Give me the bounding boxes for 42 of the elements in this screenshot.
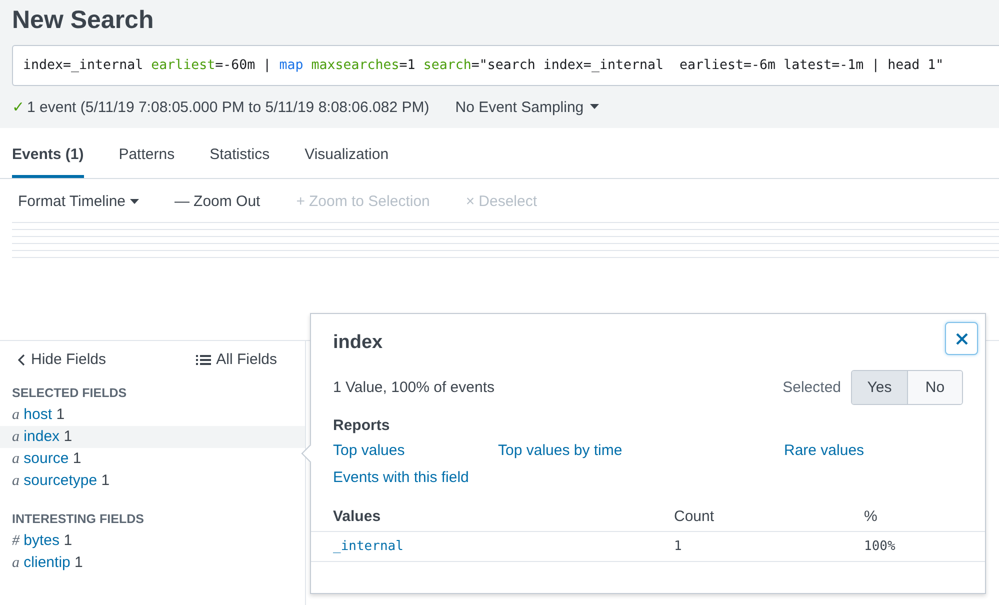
close-icon bbox=[954, 332, 968, 346]
timeline-action[interactable]: Format Timeline bbox=[18, 193, 139, 210]
group-heading: INTERESTING FIELDS bbox=[11, 512, 145, 528]
field-item[interactable]: a source 1 bbox=[0, 448, 305, 470]
chevron-left-icon bbox=[18, 354, 26, 366]
tab[interactable]: Events (1) bbox=[12, 134, 84, 178]
report-link[interactable]: Events with this field bbox=[333, 469, 498, 486]
close-button[interactable] bbox=[945, 322, 978, 355]
report-link[interactable]: Top values by time bbox=[498, 442, 784, 459]
column-header: % bbox=[864, 508, 878, 525]
field-item[interactable]: a sourcetype 1 bbox=[0, 470, 305, 492]
group-heading: SELECTED FIELDS bbox=[11, 386, 128, 402]
table-cell-text: 100% bbox=[864, 539, 896, 554]
value-link[interactable]: _internal bbox=[333, 539, 674, 554]
caret-icon bbox=[590, 104, 599, 110]
page-title: New Search bbox=[12, 5, 155, 36]
field-item[interactable]: a index 1 bbox=[0, 426, 305, 448]
table-cell-text: 1 bbox=[674, 539, 683, 554]
tab[interactable]: Patterns bbox=[118, 134, 175, 178]
check-icon: ✓ bbox=[12, 98, 25, 116]
timeline-action[interactable]: — Zoom Out bbox=[174, 193, 260, 210]
list-icon bbox=[196, 354, 212, 366]
column-header: Values bbox=[333, 508, 382, 525]
field-item[interactable]: a clientip 1 bbox=[0, 552, 305, 574]
value-summary: 1 Value, 100% of events bbox=[333, 379, 494, 396]
tab[interactable]: Visualization bbox=[304, 134, 389, 178]
field-item[interactable]: a host 1 bbox=[0, 404, 305, 426]
popover-title: index bbox=[333, 332, 383, 354]
hide-fields-button[interactable]: Hide Fields bbox=[18, 351, 106, 368]
reports-heading: Reports bbox=[333, 417, 391, 434]
column-header: Count bbox=[674, 508, 716, 525]
sampling-dropdown[interactable]: No Event Sampling bbox=[455, 98, 599, 116]
tab[interactable]: Statistics bbox=[210, 134, 270, 178]
toggle-option[interactable]: No bbox=[907, 371, 962, 404]
all-fields-button[interactable]: All Fields bbox=[196, 351, 277, 368]
selected-label: Selected bbox=[782, 379, 841, 396]
event-summary: 1 event (5/11/19 7:08:05.000 PM to 5/11/19 8:08:06.082 PM) bbox=[27, 98, 430, 116]
report-link[interactable]: Top values bbox=[333, 442, 498, 459]
field-item[interactable]: # bytes 1 bbox=[0, 530, 305, 552]
toggle-option[interactable]: Yes bbox=[852, 371, 907, 404]
report-link[interactable]: Rare values bbox=[784, 442, 963, 459]
search-field[interactable]: index=_internal earliest=-60m | map maxsearches=1 search="search index=_internal earliest=-6m latest=-1m | head 1" bbox=[12, 45, 999, 86]
